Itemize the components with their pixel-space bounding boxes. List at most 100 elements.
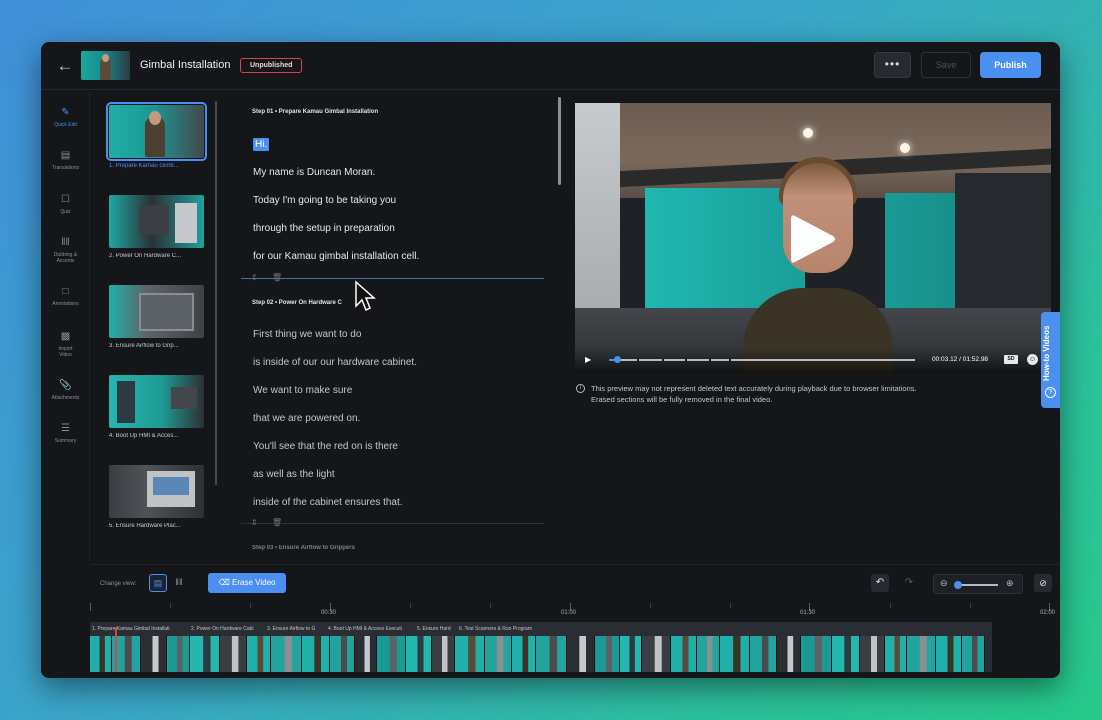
- zoom-knob[interactable]: [954, 581, 962, 589]
- quality-badge[interactable]: SD: [1004, 355, 1018, 364]
- filmstrip-frame: [985, 636, 992, 672]
- nav-annotations[interactable]: □ Annotations: [41, 286, 90, 307]
- save-button[interactable]: Save: [921, 52, 971, 78]
- thumbnails-scrollbar[interactable]: [215, 101, 217, 485]
- time-label: 01:30: [800, 610, 816, 616]
- step-thumbnail[interactable]: [109, 195, 204, 248]
- video-progress-bar[interactable]: [609, 356, 915, 363]
- time-label: 00:30: [321, 610, 337, 616]
- nav-label: Annotations: [52, 301, 79, 307]
- transcript-line[interactable]: for our Kamau gimbal installation cell.: [253, 251, 419, 262]
- transcript-line[interactable]: as well as the light: [253, 469, 335, 480]
- transcript-line[interactable]: inside of the cabinet ensures that.: [253, 497, 403, 508]
- nav-label: Quiz: [60, 209, 71, 215]
- zoom-out-icon[interactable]: ⊖: [940, 578, 948, 589]
- redo-icon[interactable]: ↷: [900, 574, 918, 592]
- zoom-control: ⊖ ⊕: [933, 574, 1023, 594]
- filmstrip-frame: [302, 636, 330, 672]
- filmstrip-frame: [750, 636, 777, 672]
- duration: 01:52.98: [962, 356, 989, 363]
- delete-icon[interactable]: 🗑: [272, 518, 282, 527]
- timeline-segment[interactable]: 2. Power On Hardware Cabi: [191, 626, 263, 632]
- timeline-segment[interactable]: 4. Boot Up HMI & Access Executi: [328, 626, 415, 632]
- transcript-scrollbar[interactable]: [558, 97, 561, 185]
- transcript-line[interactable]: We want to make sure: [253, 385, 352, 396]
- mouse-cursor-icon: [355, 280, 376, 312]
- import-icon: ▩: [60, 331, 71, 342]
- filmstrip-frame: [907, 636, 936, 672]
- how-to-videos-label[interactable]: How-to Videos: [1042, 318, 1058, 388]
- transcript-line[interactable]: is inside of our our hardware cabinet.: [253, 357, 417, 368]
- undo-icon[interactable]: ↶: [871, 574, 889, 592]
- progress-knob[interactable]: [614, 356, 621, 363]
- help-icon[interactable]: ?: [1045, 387, 1056, 398]
- thumbnail-view-icon[interactable]: ▤: [149, 574, 167, 592]
- zoom-slider[interactable]: [956, 584, 998, 586]
- step-divider: [241, 278, 544, 279]
- video-player[interactable]: ▶ 00:03.12 / 01:52.98 SD ☺: [575, 103, 1051, 373]
- step-thumbnail[interactable]: [109, 375, 204, 428]
- editor-window: ← Gimbal Installation Unpublished ••• Sa…: [41, 42, 1060, 678]
- timeline-ruler[interactable]: 00:30 01:00 01:30 02:00: [90, 603, 1060, 623]
- transcript-line[interactable]: You'll see that the red on is there: [253, 441, 398, 452]
- eraser-icon: ⌫: [218, 578, 230, 587]
- timeline-segment[interactable]: 1. Prepare Kamau Gimbal Installati: [92, 626, 188, 632]
- filmstrip-frame: [141, 636, 167, 672]
- reorder-icon[interactable]: ⇕: [251, 273, 258, 282]
- nav-attachments[interactable]: 📎 Attachments: [41, 380, 90, 401]
- step-thumbnail-label: 5. Ensure Hardware Plac...: [109, 523, 181, 529]
- step-thumbnail[interactable]: [109, 285, 204, 338]
- zoom-in-icon[interactable]: ⊕: [1006, 578, 1014, 589]
- annotation-icon: □: [62, 286, 69, 297]
- erase-label: Erase Video: [232, 578, 276, 587]
- delete-icon[interactable]: 🗑: [272, 273, 282, 282]
- nav-dubbing[interactable]: ‖‖ Dubbing & Accents: [41, 237, 90, 264]
- filmstrip-frame: [832, 636, 860, 672]
- nav-translations[interactable]: ▤ Translations: [41, 150, 90, 171]
- nav-import-video[interactable]: ▩ Import Video: [41, 331, 90, 358]
- transcript-line[interactable]: Hi.: [253, 138, 270, 151]
- timeline-playhead[interactable]: [115, 627, 117, 672]
- highlighted-word[interactable]: Hi.: [253, 138, 270, 151]
- nav-summary[interactable]: ☰ Summary: [41, 423, 90, 444]
- waveform-view-icon[interactable]: ‖‖: [170, 574, 188, 592]
- play-icon[interactable]: [789, 213, 837, 265]
- publish-button[interactable]: Publish: [980, 52, 1041, 78]
- transcript-line[interactable]: My name is Duncan Moran.: [253, 167, 375, 178]
- nav-label: Translations: [51, 165, 80, 171]
- filmstrip-frame: [536, 636, 567, 672]
- transcript-line[interactable]: that we are powered on.: [253, 413, 360, 424]
- accessibility-icon[interactable]: ☺: [1027, 354, 1038, 365]
- step-thumbnail[interactable]: [109, 465, 204, 518]
- paperclip-icon: 📎: [59, 380, 72, 391]
- timeline-segment[interactable]: 3. Ensure Airflow to G: [267, 626, 325, 632]
- nav-quiz[interactable]: ☐ Quiz: [41, 194, 90, 215]
- nav-quick-edit[interactable]: ✎ Quick Edit: [41, 107, 90, 128]
- step-thumbnail[interactable]: [106, 102, 207, 161]
- transcript-line[interactable]: First thing we want to do: [253, 329, 361, 340]
- timeline-segment[interactable]: 6. Test Scanners & Run Program: [459, 626, 559, 632]
- transcript-panel: Step 01 • Prepare Kamau Gimbal Installat…: [236, 91, 566, 561]
- erase-video-button[interactable]: ⌫ Erase Video: [208, 573, 286, 593]
- timeline-filmstrip[interactable]: [90, 636, 992, 672]
- more-options-button[interactable]: •••: [874, 52, 911, 78]
- filmstrip-frame: [190, 636, 220, 672]
- filmstrip-frame: [671, 636, 697, 672]
- filmstrip-frame: [377, 636, 406, 672]
- transcript-line[interactable]: through the setup in preparation: [253, 223, 395, 234]
- filmstrip-frame: [936, 636, 962, 672]
- reorder-icon[interactable]: ⇕: [251, 518, 258, 527]
- step-thumbnail-label: 4. Boot Up HMI & Acces...: [109, 433, 179, 439]
- filmstrip-frame: [247, 636, 271, 672]
- transcript-line[interactable]: Today I'm going to be taking you: [253, 195, 396, 206]
- filmstrip-frame: [642, 636, 671, 672]
- top-bar: ← Gimbal Installation Unpublished ••• Sa…: [41, 42, 1060, 90]
- hide-icon[interactable]: ⊘: [1034, 574, 1052, 592]
- nav-label: Quick Edit: [54, 122, 77, 128]
- filmstrip-frame: [801, 636, 832, 672]
- time-label: 01:00: [561, 610, 577, 616]
- timeline-segment[interactable]: 5. Ensure Hard: [417, 626, 457, 632]
- back-arrow-icon[interactable]: ←: [55, 57, 75, 75]
- time-separator: /: [959, 356, 961, 363]
- play-small-icon[interactable]: ▶: [585, 355, 591, 364]
